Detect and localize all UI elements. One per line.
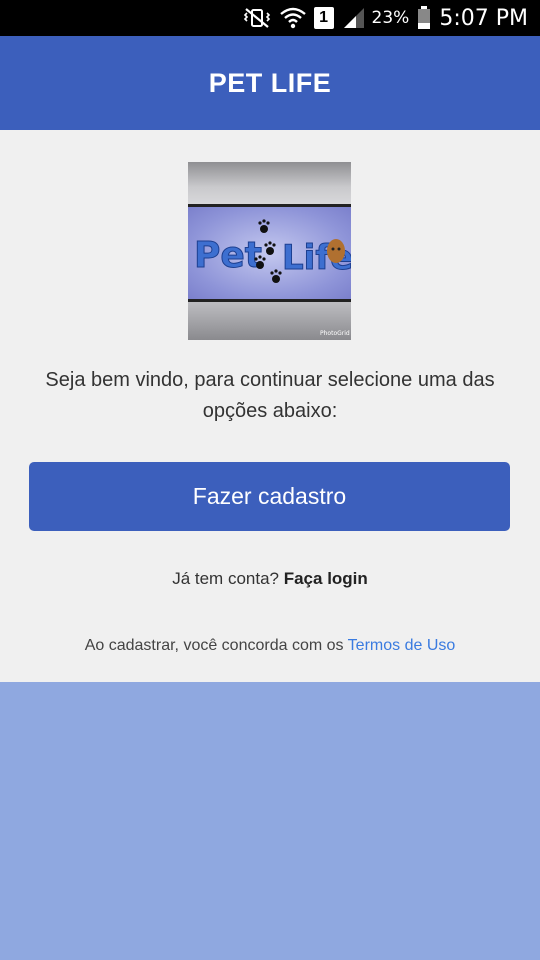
pet-life-logo: Pet Life PhotoGrid xyxy=(188,162,351,340)
logo-text-pet: Pet xyxy=(194,235,262,276)
login-prompt: Já tem conta? xyxy=(172,569,284,588)
app-title: PET LIFE xyxy=(208,67,332,98)
signup-button[interactable]: Fazer cadastro xyxy=(29,462,510,531)
terms-line: Ao cadastrar, você concorda com os Termo… xyxy=(0,637,540,655)
login-link[interactable]: Faça login xyxy=(284,569,368,588)
terms-prefix: Ao cadastrar, você concorda com os xyxy=(84,637,348,654)
wifi-icon xyxy=(279,7,306,29)
signal-icon xyxy=(342,7,366,29)
lower-background xyxy=(0,682,540,960)
sim-icon: 1 xyxy=(313,7,334,29)
mute-vibrate-icon xyxy=(242,7,272,29)
app-bar: PET LIFE xyxy=(0,36,540,130)
welcome-text: Seja bem vindo, para continuar selecione… xyxy=(45,369,495,422)
login-line: Já tem conta? Faça login xyxy=(0,569,540,589)
status-bar: 1 23% 5:07 PM xyxy=(0,0,540,36)
battery-percent: 23% xyxy=(371,8,410,28)
logo-banner: Pet Life xyxy=(188,204,351,302)
terms-link[interactable]: Termos de Uso xyxy=(348,637,456,654)
welcome-panel: Pet Life PhotoGrid Seja bem vindo, para … xyxy=(0,130,540,682)
logo-watermark: PhotoGrid xyxy=(320,330,350,337)
clock: 5:07 PM xyxy=(439,5,528,31)
battery-icon xyxy=(417,6,431,30)
